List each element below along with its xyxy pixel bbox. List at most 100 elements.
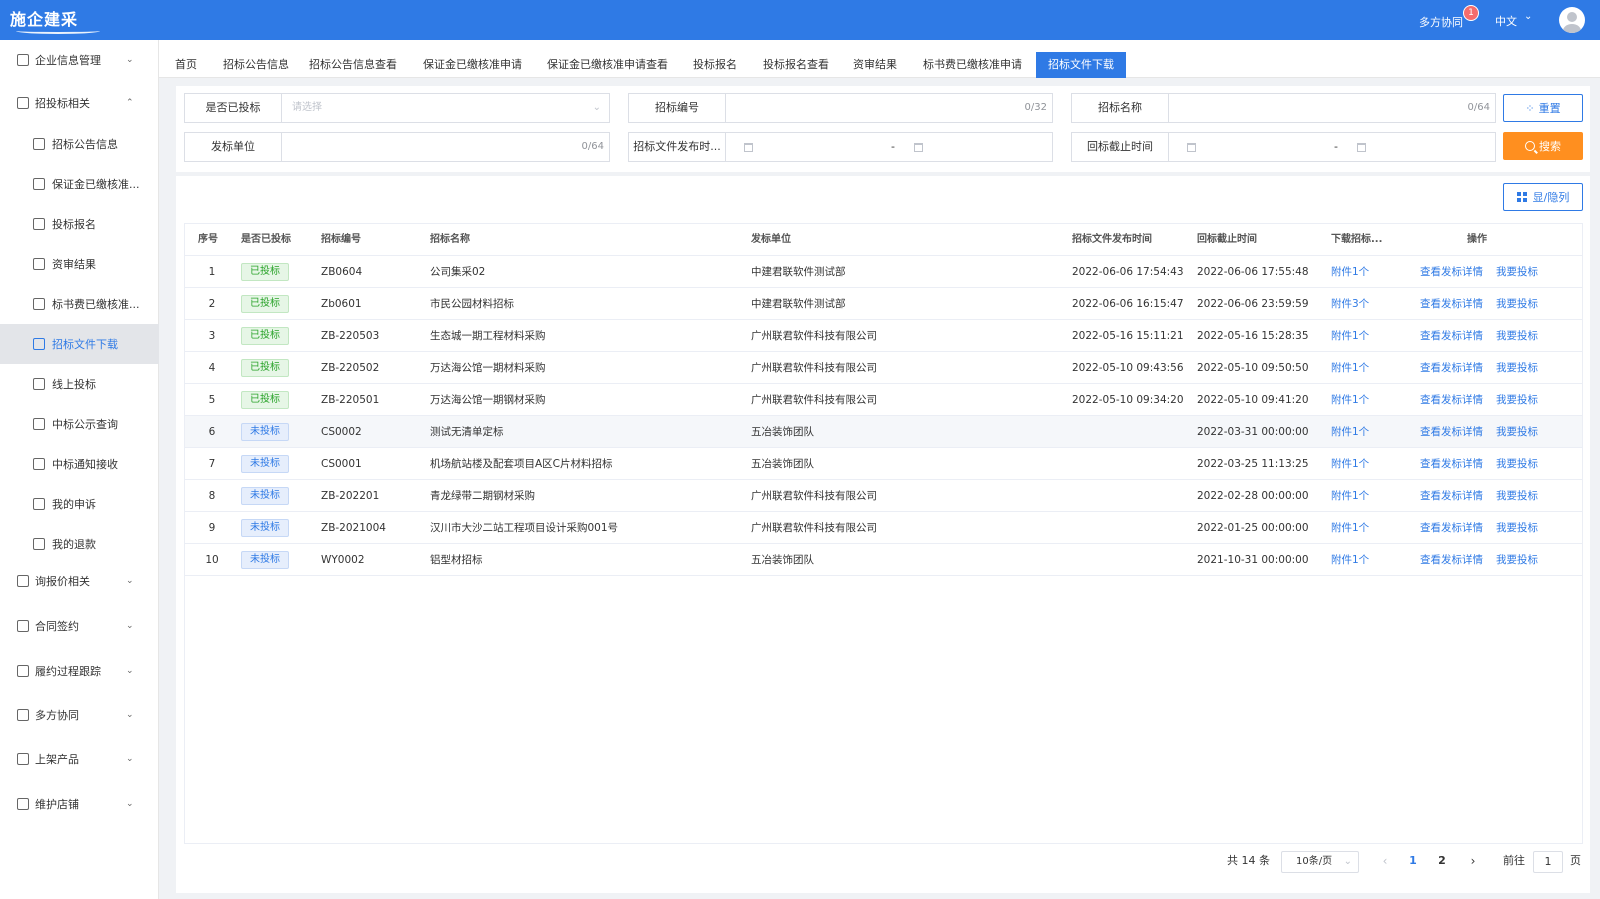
tab-7[interactable]: 资审结果	[841, 52, 909, 78]
chevron-down-icon[interactable]: ⌄	[126, 666, 134, 676]
page-size-select[interactable]: 10条/页 ⌄	[1281, 851, 1359, 873]
sidebar-item-13[interactable]: 询报价相关 ⌄	[0, 561, 159, 601]
sidebar-item-8[interactable]: 线上投标	[0, 364, 159, 404]
goto-page-input[interactable]: 1	[1533, 851, 1563, 873]
sidebar-item-14[interactable]: 合同签约 ⌄	[0, 606, 159, 646]
submit-bid-link[interactable]: 我要投标	[1496, 416, 1538, 448]
submit-bid-link[interactable]: 我要投标	[1496, 384, 1538, 416]
brand-logo[interactable]: 施企建采	[10, 6, 100, 34]
table-row[interactable]: 10 未投标 WY0002 铝型材招标 五冶装饰团队 2021-10-31 00:00:0…	[185, 544, 1582, 576]
view-detail-link[interactable]: 查看发标详情	[1420, 288, 1483, 320]
bid-no-input[interactable]: 招标编号 0/32	[628, 93, 1053, 123]
attachment-link[interactable]: 附件1个	[1331, 448, 1369, 480]
attachment-link[interactable]: 附件1个	[1331, 512, 1369, 544]
bid-code: ZB-220501	[321, 394, 380, 406]
view-detail-link[interactable]: 查看发标详情	[1420, 352, 1483, 384]
view-detail-link[interactable]: 查看发标详情	[1420, 512, 1483, 544]
tab-8[interactable]: 标书费已缴核准申请	[911, 52, 1034, 78]
tab-4[interactable]: 保证金已缴核准申请查看	[535, 52, 680, 78]
issuer-input[interactable]: 发标单位 0/64	[184, 132, 610, 162]
table-row[interactable]: 1 已投标 ZB0604 公司集采02 中建君联软件测试部 2022-06-06 17:5…	[185, 256, 1582, 288]
submit-bid-link[interactable]: 我要投标	[1496, 256, 1538, 288]
submit-bid-link[interactable]: 我要投标	[1496, 448, 1538, 480]
chevron-down-icon[interactable]: ⌄	[126, 710, 134, 720]
tab-3[interactable]: 保证金已缴核准申请	[411, 52, 534, 78]
sidebar-item-16[interactable]: 多方协同 ⌄	[0, 695, 159, 735]
sidebar-item-1[interactable]: 招投标相关 ⌃	[0, 83, 159, 123]
sidebar-item-12[interactable]: 我的退款	[0, 524, 159, 564]
sidebar-item-11[interactable]: 我的申诉	[0, 484, 159, 524]
chevron-down-icon[interactable]: ⌄	[126, 754, 134, 764]
view-detail-link[interactable]: 查看发标详情	[1420, 384, 1483, 416]
table-row[interactable]: 4 已投标 ZB-220502 万达海公馆一期材料采购 广州联君软件科技有限公司 2022…	[185, 352, 1582, 384]
sidebar-item-6[interactable]: 标书费已缴核准...	[0, 284, 159, 324]
tab-6[interactable]: 投标报名查看	[751, 52, 841, 78]
view-detail-link[interactable]: 查看发标详情	[1420, 416, 1483, 448]
chevron-down-icon[interactable]: ⌄	[1524, 11, 1532, 22]
submit-bid-link[interactable]: 我要投标	[1496, 512, 1538, 544]
sidebar-item-0[interactable]: 企业信息管理 ⌄	[0, 40, 159, 80]
submit-bid-link[interactable]: 我要投标	[1496, 320, 1538, 352]
is-bid-select[interactable]: 是否已投标 请选择 ⌄	[184, 93, 610, 123]
table-row[interactable]: 2 已投标 Zb0601 市民公园材料招标 中建君联软件测试部 2022-06-06 16…	[185, 288, 1582, 320]
collab-link[interactable]: 多方协同	[1419, 14, 1463, 30]
reset-button[interactable]: ⁘ 重置	[1503, 94, 1583, 122]
view-detail-link[interactable]: 查看发标详情	[1420, 320, 1483, 352]
sidebar-item-7[interactable]: 招标文件下载	[0, 324, 159, 364]
attachment-link[interactable]: 附件1个	[1331, 416, 1369, 448]
sidebar-item-15[interactable]: 履约过程跟踪 ⌄	[0, 651, 159, 691]
view-detail-link[interactable]: 查看发标详情	[1420, 256, 1483, 288]
attachment-link[interactable]: 附件3个	[1331, 288, 1369, 320]
chevron-down-icon[interactable]: ⌄	[126, 55, 134, 65]
next-page-icon[interactable]: ›	[1463, 849, 1483, 873]
attachment-link[interactable]: 附件1个	[1331, 480, 1369, 512]
sidebar-item-3[interactable]: 保证金已缴核准...	[0, 164, 159, 204]
view-detail-link[interactable]: 查看发标详情	[1420, 480, 1483, 512]
submit-bid-link[interactable]: 我要投标	[1496, 544, 1538, 576]
attachment-link[interactable]: 附件1个	[1331, 384, 1369, 416]
tab-9[interactable]: 招标文件下载	[1036, 52, 1126, 78]
search-button[interactable]: 搜索	[1503, 132, 1583, 160]
sidebar-item-label: 企业信息管理	[35, 54, 101, 67]
attachment-link[interactable]: 附件1个	[1331, 352, 1369, 384]
table-row[interactable]: 8 未投标 ZB-202201 青龙绿带二期钢材采购 广州联君软件科技有限公司 2022-…	[185, 480, 1582, 512]
page-1[interactable]: 1	[1401, 849, 1425, 873]
table-row[interactable]: 3 已投标 ZB-220503 生态城一期工程材料采购 广州联君软件科技有限公司 2022…	[185, 320, 1582, 352]
deadline-range[interactable]: 回标截止时间 -	[1071, 132, 1496, 162]
chevron-down-icon[interactable]: ⌄	[126, 576, 134, 586]
submit-bid-link[interactable]: 我要投标	[1496, 352, 1538, 384]
sidebar-item-9[interactable]: 中标公示查询	[0, 404, 159, 444]
attachment-link[interactable]: 附件1个	[1331, 320, 1369, 352]
bid-name-input[interactable]: 招标名称 0/64	[1071, 93, 1496, 123]
table-row[interactable]: 7 未投标 CS0001 机场航站楼及配套项目A区C片材料招标 五冶装饰团队 2022-0…	[185, 448, 1582, 480]
sidebar-item-17[interactable]: 上架产品 ⌄	[0, 739, 159, 779]
sidebar-item-10[interactable]: 中标通知接收	[0, 444, 159, 484]
sidebar-item-label: 标书费已缴核准...	[52, 298, 140, 311]
prev-page-icon[interactable]: ‹	[1375, 849, 1395, 873]
chevron-up-icon[interactable]: ⌃	[126, 98, 134, 108]
sidebar-item-2[interactable]: 招标公告信息	[0, 124, 159, 164]
tab-0[interactable]: 首页	[163, 52, 209, 78]
table-row[interactable]: 6 未投标 CS0002 测试无清单定标 五冶装饰团队 2022-03-31 00:00:…	[185, 416, 1582, 448]
view-detail-link[interactable]: 查看发标详情	[1420, 544, 1483, 576]
tab-2[interactable]: 招标公告信息查看	[297, 52, 409, 78]
sidebar-item-5[interactable]: 资审结果	[0, 244, 159, 284]
page-2[interactable]: 2	[1430, 849, 1454, 873]
publish-time-range[interactable]: 招标文件发布时... -	[628, 132, 1053, 162]
attachment-link[interactable]: 附件1个	[1331, 256, 1369, 288]
view-detail-link[interactable]: 查看发标详情	[1420, 448, 1483, 480]
chevron-down-icon[interactable]: ⌄	[126, 799, 134, 809]
sidebar-item-18[interactable]: 维护店铺 ⌄	[0, 784, 159, 824]
submit-bid-link[interactable]: 我要投标	[1496, 480, 1538, 512]
chevron-down-icon[interactable]: ⌄	[126, 621, 134, 631]
submit-bid-link[interactable]: 我要投标	[1496, 288, 1538, 320]
table-row[interactable]: 9 未投标 ZB-2021004 汉川市大沙二站工程项目设计采购001号 广州联君软件科…	[185, 512, 1582, 544]
tab-5[interactable]: 投标报名	[681, 52, 749, 78]
avatar[interactable]	[1559, 7, 1585, 33]
language-switch[interactable]: 中文	[1495, 13, 1517, 29]
tab-1[interactable]: 招标公告信息	[211, 52, 301, 78]
attachment-link[interactable]: 附件1个	[1331, 544, 1369, 576]
table-row[interactable]: 5 已投标 ZB-220501 万达海公馆一期钢材采购 广州联君软件科技有限公司 2022…	[185, 384, 1582, 416]
sidebar-item-4[interactable]: 投标报名	[0, 204, 159, 244]
toggle-columns-button[interactable]: 显/隐列	[1503, 183, 1583, 211]
